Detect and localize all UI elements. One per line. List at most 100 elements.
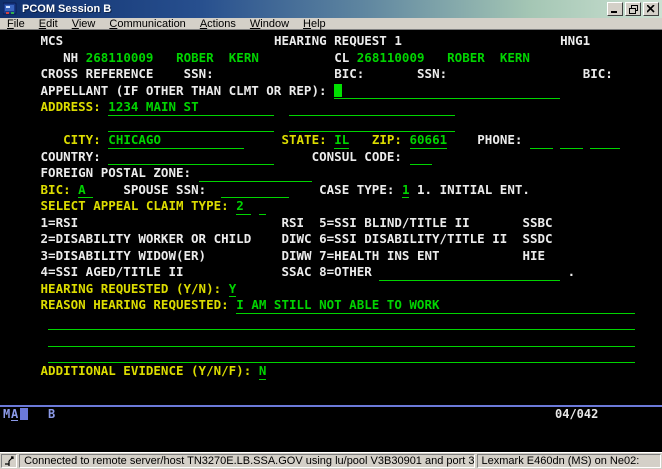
terminal-label: PHONE: (477, 132, 522, 149)
terminal-label: 6=SSI DISABILITY/TITLE II (319, 231, 507, 248)
terminal-label: BIC: (334, 66, 364, 83)
city-input[interactable]: CHICAGO (108, 132, 244, 149)
appellant-input[interactable] (334, 83, 560, 100)
state-input[interactable]: IL (334, 132, 349, 149)
address-line1-input[interactable]: 1234 MAIN ST (108, 99, 274, 116)
terminal-label: 1=RSI (41, 215, 79, 232)
terminal-label: 5=SSI BLIND/TITLE II (319, 215, 470, 232)
terminal-label: FOREIGN POSTAL ZONE: (41, 165, 192, 182)
terminal-label: SSN: (417, 66, 447, 83)
terminal-label: NH (63, 50, 78, 67)
terminal-label: SSN: (184, 66, 214, 83)
terminal-label: ROBER (447, 50, 485, 67)
title-bar[interactable]: PCOM Session B (0, 0, 662, 18)
pcomm-window: PCOM Session B FileEditViewCommunication… (0, 0, 662, 469)
foreign-postal-zone-input[interactable] (199, 165, 312, 182)
terminal-label: REASON HEARING REQUESTED: (41, 297, 229, 314)
reason-line1-input[interactable]: I AM STILL NOT ABLE TO WORK (236, 297, 635, 314)
phone-area-input[interactable] (530, 132, 553, 149)
terminal-label: CL (334, 50, 349, 67)
terminal-label: 3=DISABILITY WIDOW(ER) (41, 248, 207, 265)
terminal-label: 2=DISABILITY WORKER OR CHILD (41, 231, 252, 248)
connection-message: Connected to remote server/host TN3270E.… (19, 454, 474, 468)
terminal-screen[interactable]: MCS HEARING REQUEST 1 HNG1 NH 268110009 ROBER… (0, 31, 662, 452)
address-line2-input[interactable] (289, 99, 455, 116)
other-claim-type-input[interactable] (379, 264, 560, 281)
oia-block (20, 408, 28, 420)
terminal-label: HEARING REQUESTED (Y/N): (41, 281, 222, 298)
terminal-label: HIE (522, 248, 545, 265)
country-input[interactable] (108, 149, 274, 166)
app-icon (3, 2, 17, 16)
terminal-label: HEARING REQUEST 1 (274, 33, 402, 50)
terminal-label: HNG1 (560, 33, 590, 50)
printer-status: Lexmark E460dn (MS) on Ne02: (477, 454, 661, 468)
reason-line3-input[interactable] (48, 330, 635, 347)
menu-window[interactable]: Window (243, 18, 296, 30)
oia-status-a: A (11, 407, 18, 421)
window-title: PCOM Session B (22, 3, 111, 15)
additional-evidence-input[interactable]: N (259, 363, 267, 380)
terminal-label: BIC: (583, 66, 613, 83)
menu-communication[interactable]: Communication (102, 18, 192, 30)
menu-bar: FileEditViewCommunicationActionsWindowHe… (0, 18, 662, 30)
case-type-input[interactable]: 1 (402, 182, 410, 199)
terminal-label: CASE TYPE: (319, 182, 394, 199)
menu-actions[interactable]: Actions (193, 18, 243, 30)
minimize-button[interactable] (607, 2, 623, 16)
terminal-label: . (568, 264, 576, 281)
terminal-label: ZIP: (372, 132, 402, 149)
menu-edit[interactable]: Edit (32, 18, 65, 30)
menu-file[interactable]: File (0, 18, 32, 30)
terminal-label: 1. INITIAL ENT. (417, 182, 530, 199)
terminal-label: ADDITIONAL EVIDENCE (Y/N/F): (41, 363, 252, 380)
terminal-label: 268110009 (357, 50, 425, 67)
hearing-requested-input[interactable]: Y (229, 281, 237, 298)
address-line3-input[interactable] (108, 116, 274, 133)
terminal-label: RSI (281, 215, 304, 232)
terminal-label: COUNTRY: (41, 149, 101, 166)
terminal-label: SSBC (522, 215, 552, 232)
spouse-ssn-input[interactable] (221, 182, 289, 199)
bic-input[interactable]: A (78, 182, 93, 199)
terminal-label: 4=SSI AGED/TITLE II (41, 264, 184, 281)
terminal-label: STATE: (281, 132, 326, 149)
address-line4-input[interactable] (289, 116, 455, 133)
terminal-label: CROSS REFERENCE (41, 66, 154, 83)
terminal-label: SSAC (281, 264, 311, 281)
phone-line-input[interactable] (590, 132, 620, 149)
terminal-label: ROBER (176, 50, 214, 67)
terminal-label: SSDC (522, 231, 552, 248)
connection-icon (4, 456, 15, 467)
terminal-label: BIC: (41, 182, 71, 199)
terminal-label: KERN (500, 50, 530, 67)
close-button[interactable] (643, 2, 659, 16)
terminal-label: DIWW (281, 248, 311, 265)
oia-status-m: M (3, 407, 10, 421)
terminal-label: 268110009 (86, 50, 154, 67)
oia-cursor-position: 04/042 (555, 407, 598, 421)
terminal-label: MCS (41, 33, 64, 50)
zip-input[interactable]: 60661 (410, 132, 448, 149)
menu-help[interactable]: Help (296, 18, 333, 30)
status-bar: Connected to remote server/host TN3270E.… (0, 452, 662, 469)
terminal-label: KERN (229, 50, 259, 67)
terminal-label: SPOUSE SSN: (123, 182, 206, 199)
terminal-label: CONSUL CODE: (312, 149, 402, 166)
appeal-claim-type-input[interactable]: 2 (236, 198, 251, 215)
terminal-cursor (334, 84, 342, 97)
appeal-claim-type-extra-input[interactable] (259, 198, 267, 215)
reason-line4-input[interactable] (48, 347, 635, 364)
phone-prefix-input[interactable] (560, 132, 583, 149)
restore-button[interactable] (625, 2, 641, 16)
terminal-label: DIWC (281, 231, 311, 248)
reason-line2-input[interactable] (48, 314, 635, 331)
menu-view[interactable]: View (65, 18, 103, 30)
terminal-label: 7=HEALTH INS ENT (319, 248, 439, 265)
terminal-label: CITY: (63, 132, 101, 149)
consul-code-input[interactable] (410, 149, 433, 166)
connection-status-panel (1, 454, 17, 468)
terminal-label: APPELLANT (IF OTHER THAN CLMT OR REP): (41, 83, 327, 100)
terminal-label: SELECT APPEAL CLAIM TYPE: (41, 198, 229, 215)
terminal-label: ADDRESS: (41, 99, 101, 116)
